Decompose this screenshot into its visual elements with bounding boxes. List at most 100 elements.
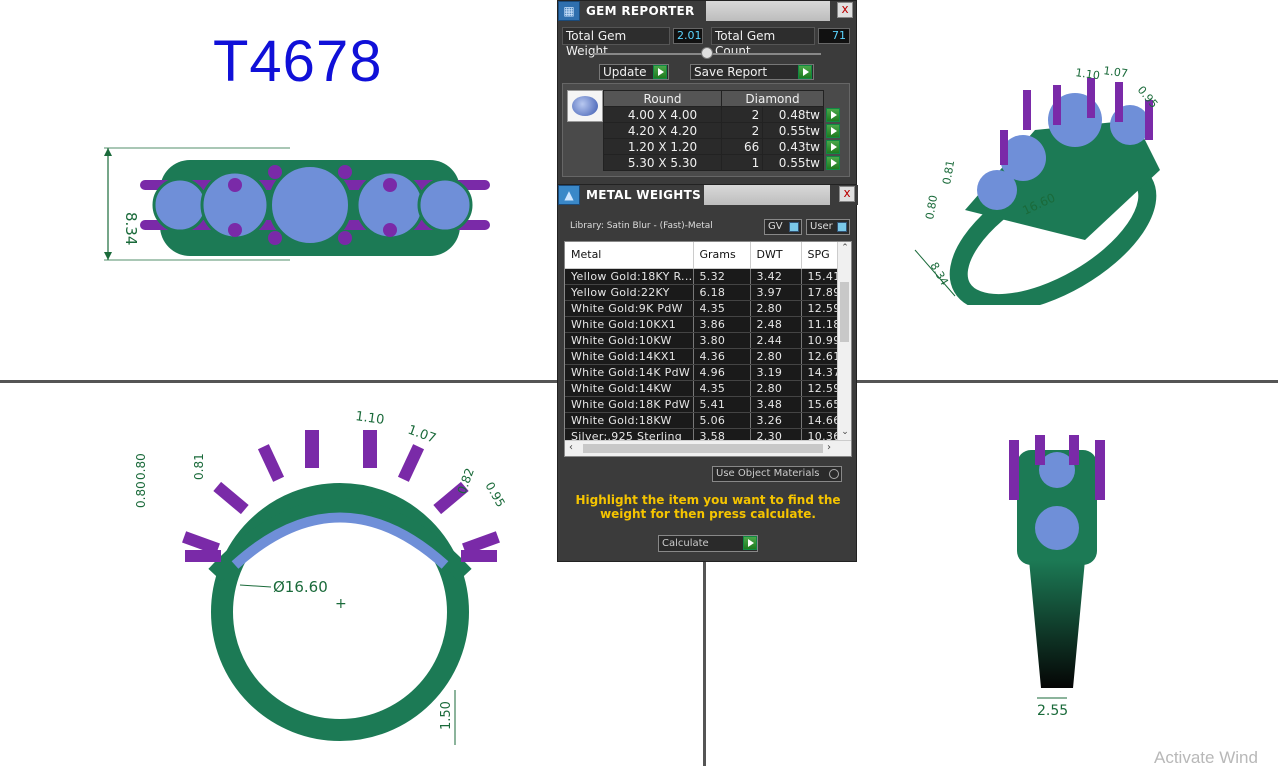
dim-front-h4: 0.82: [455, 466, 477, 496]
gem-row-select-icon[interactable]: [826, 123, 840, 138]
gem-summary-table-container: Round Diamond 4.00 X 4.00 2 0.48tw 4.20 …: [562, 83, 850, 177]
gem-size-slider-handle[interactable]: [701, 47, 713, 59]
metal-row[interactable]: White Gold:14KX1 4.36 2.80 12.61: [565, 348, 842, 365]
gem-row[interactable]: 1.20 X 1.20 66 0.43tw: [603, 138, 840, 155]
metal-weights-panel: ▲ METAL WEIGHTS x Library: Satin Blur - …: [557, 184, 858, 562]
perspective-view-viewport[interactable]: 1.10 1.07 0.95 0.80 0.81 16.60 8.34: [905, 60, 1180, 305]
user-toggle[interactable]: User: [806, 219, 850, 235]
save-report-play-icon: [798, 65, 812, 79]
save-report-button-label: Save Report: [694, 65, 768, 79]
dim-front-w3: 0.95: [482, 480, 507, 510]
use-object-materials-toggle[interactable]: Use Object Materials: [712, 466, 842, 482]
dim-inner-diameter: Ø16.60: [273, 578, 328, 596]
top-view-viewport[interactable]: 8.34: [100, 140, 500, 270]
dim-persp-w3: 0.95: [1135, 84, 1161, 111]
dim-front-w2: 1.07: [406, 423, 438, 447]
metal-weights-table: Metal Grams DWT SPG Yellow Gold:18KY R..…: [565, 242, 842, 445]
metal-row[interactable]: White Gold:18KW 5.06 3.26 14.66: [565, 412, 842, 429]
side-view-viewport[interactable]: 2.55: [995, 430, 1115, 730]
gem-col-type: Diamond: [721, 90, 824, 107]
metal-weights-close-icon[interactable]: x: [839, 186, 855, 202]
dim-persp-h1: 0.80: [923, 194, 940, 220]
metal-col-dwt[interactable]: DWT: [750, 242, 802, 269]
gem-summary-table: Round Diamond 4.00 X 4.00 2 0.48tw 4.20 …: [603, 90, 840, 171]
metal-row[interactable]: Yellow Gold:22KY 6.18 3.97 17.89: [565, 284, 842, 301]
scroll-down-icon[interactable]: ⌄: [840, 427, 850, 437]
dim-front-h2: 0.81: [192, 453, 206, 480]
round-gem-thumbnail[interactable]: [567, 90, 603, 122]
library-label: Library: Satin Blur - (Fast)-Metal: [570, 221, 713, 231]
calculate-hint-text: Highlight the item you want to find the …: [575, 493, 841, 521]
svg-text:+: +: [335, 596, 347, 612]
gem-reporter-panel: ▦ GEM REPORTER x Total Gem Weight 2.01 T…: [557, 0, 857, 190]
front-view-viewport[interactable]: Ø16.60 + 1.10 1.07 0.80 0.81 0.80 0.82 0…: [125, 400, 525, 750]
metal-row[interactable]: White Gold:14K PdW 4.96 3.19 14.37: [565, 364, 842, 381]
vertical-scroll-thumb[interactable]: [840, 282, 849, 342]
gem-col-shape: Round: [603, 90, 722, 107]
gem-row[interactable]: 4.20 X 4.20 2 0.55tw: [603, 122, 840, 139]
calculate-button[interactable]: Calculate: [658, 535, 758, 552]
scroll-left-icon[interactable]: ‹: [569, 442, 573, 453]
activate-windows-watermark: Activate Wind: [1154, 748, 1258, 766]
total-gem-weight-label: Total Gem Weight: [562, 27, 670, 58]
metal-col-spg[interactable]: SPG: [801, 242, 842, 269]
dim-persp-h2: 0.81: [940, 159, 957, 185]
gem-row-select-icon[interactable]: [826, 107, 840, 122]
gem-row[interactable]: 5.30 X 5.30 1 0.55tw: [603, 154, 840, 171]
ring-top-view: 8.34: [104, 147, 490, 261]
total-gem-weight-value: 2.01: [673, 28, 703, 44]
gem-reporter-close-icon[interactable]: x: [837, 2, 853, 18]
dim-persp-width: 8.34: [927, 260, 951, 288]
dim-shank-thickness: 1.50: [439, 701, 454, 730]
metal-weights-list[interactable]: Metal Grams DWT SPG Yellow Gold:18KY R..…: [564, 241, 852, 457]
ring-perspective-view: 1.10 1.07 0.95 0.80 0.81 16.60 8.34: [914, 64, 1161, 305]
gem-row-select-icon[interactable]: [826, 139, 840, 154]
metal-list-vertical-scrollbar[interactable]: ⌃ ⌄: [837, 242, 851, 442]
metal-row[interactable]: White Gold:10KW 3.80 2.44 10.99: [565, 332, 842, 349]
gem-reporter-titlebar-fill[interactable]: [706, 1, 830, 21]
metal-row[interactable]: White Gold:18K PdW 5.41 3.48 15.65: [565, 396, 842, 413]
save-report-button[interactable]: Save Report: [690, 64, 814, 80]
dim-front-w1: 1.10: [354, 409, 385, 428]
model-code-label: T4678: [213, 29, 383, 94]
metal-weights-title: METAL WEIGHTS: [586, 188, 702, 202]
gem-row-select-icon[interactable]: [826, 155, 840, 170]
calculate-play-icon: [743, 536, 757, 550]
gem-reporter-icon: ▦: [558, 1, 580, 21]
gem-row[interactable]: 4.00 X 4.00 2 0.48tw: [603, 106, 840, 123]
ring-front-view: Ø16.60 + 1.10 1.07 0.80 0.81 0.80 0.82 0…: [134, 409, 508, 745]
dim-front-h1: 0.80: [134, 481, 148, 508]
calculate-button-label: Calculate: [662, 538, 709, 549]
dim-persp-w2: 1.07: [1103, 64, 1129, 80]
metal-row[interactable]: Yellow Gold:18KY R... 5.32 3.42 15.41: [565, 268, 842, 285]
update-play-icon: [653, 65, 667, 79]
dim-top-width: 8.34: [122, 212, 140, 245]
metal-col-grams[interactable]: Grams: [693, 242, 751, 269]
metal-row[interactable]: White Gold:14KW 4.35 2.80 12.59: [565, 380, 842, 397]
gem-reporter-titlebar[interactable]: ▦ GEM REPORTER: [558, 1, 704, 21]
scroll-up-icon[interactable]: ⌃: [840, 243, 850, 253]
dim-side-width: 2.55: [1037, 703, 1068, 719]
gem-reporter-title: GEM REPORTER: [586, 4, 695, 18]
dim-persp-w1: 1.10: [1075, 66, 1101, 82]
gv-toggle[interactable]: GV: [764, 219, 802, 235]
viewport-divider-vertical: [703, 562, 706, 766]
metal-weights-titlebar-fill[interactable]: [704, 185, 830, 205]
update-button[interactable]: Update: [599, 64, 669, 80]
scroll-right-icon[interactable]: ›: [827, 442, 831, 453]
gv-toggle-knob: [789, 222, 799, 232]
metal-col-metal[interactable]: Metal: [565, 242, 694, 269]
metal-list-horizontal-scrollbar[interactable]: ‹ ›: [565, 440, 851, 456]
metal-row[interactable]: White Gold:10KX1 3.86 2.48 11.18: [565, 316, 842, 333]
metal-weights-icon: ▲: [558, 185, 580, 205]
horizontal-scroll-thumb[interactable]: [583, 444, 823, 453]
use-object-materials-radio-icon: [829, 469, 839, 479]
user-toggle-knob: [837, 222, 847, 232]
metal-row[interactable]: White Gold:9K PdW 4.35 2.80 12.59: [565, 300, 842, 317]
total-gem-count-value: 71: [818, 28, 850, 44]
dim-front-h3: 0.80: [134, 453, 148, 480]
round-diamond-icon: [572, 96, 598, 116]
total-gem-count-label: Total Gem Count: [711, 27, 815, 58]
ring-side-view: 2.55: [1009, 435, 1105, 719]
update-button-label: Update: [603, 65, 647, 79]
